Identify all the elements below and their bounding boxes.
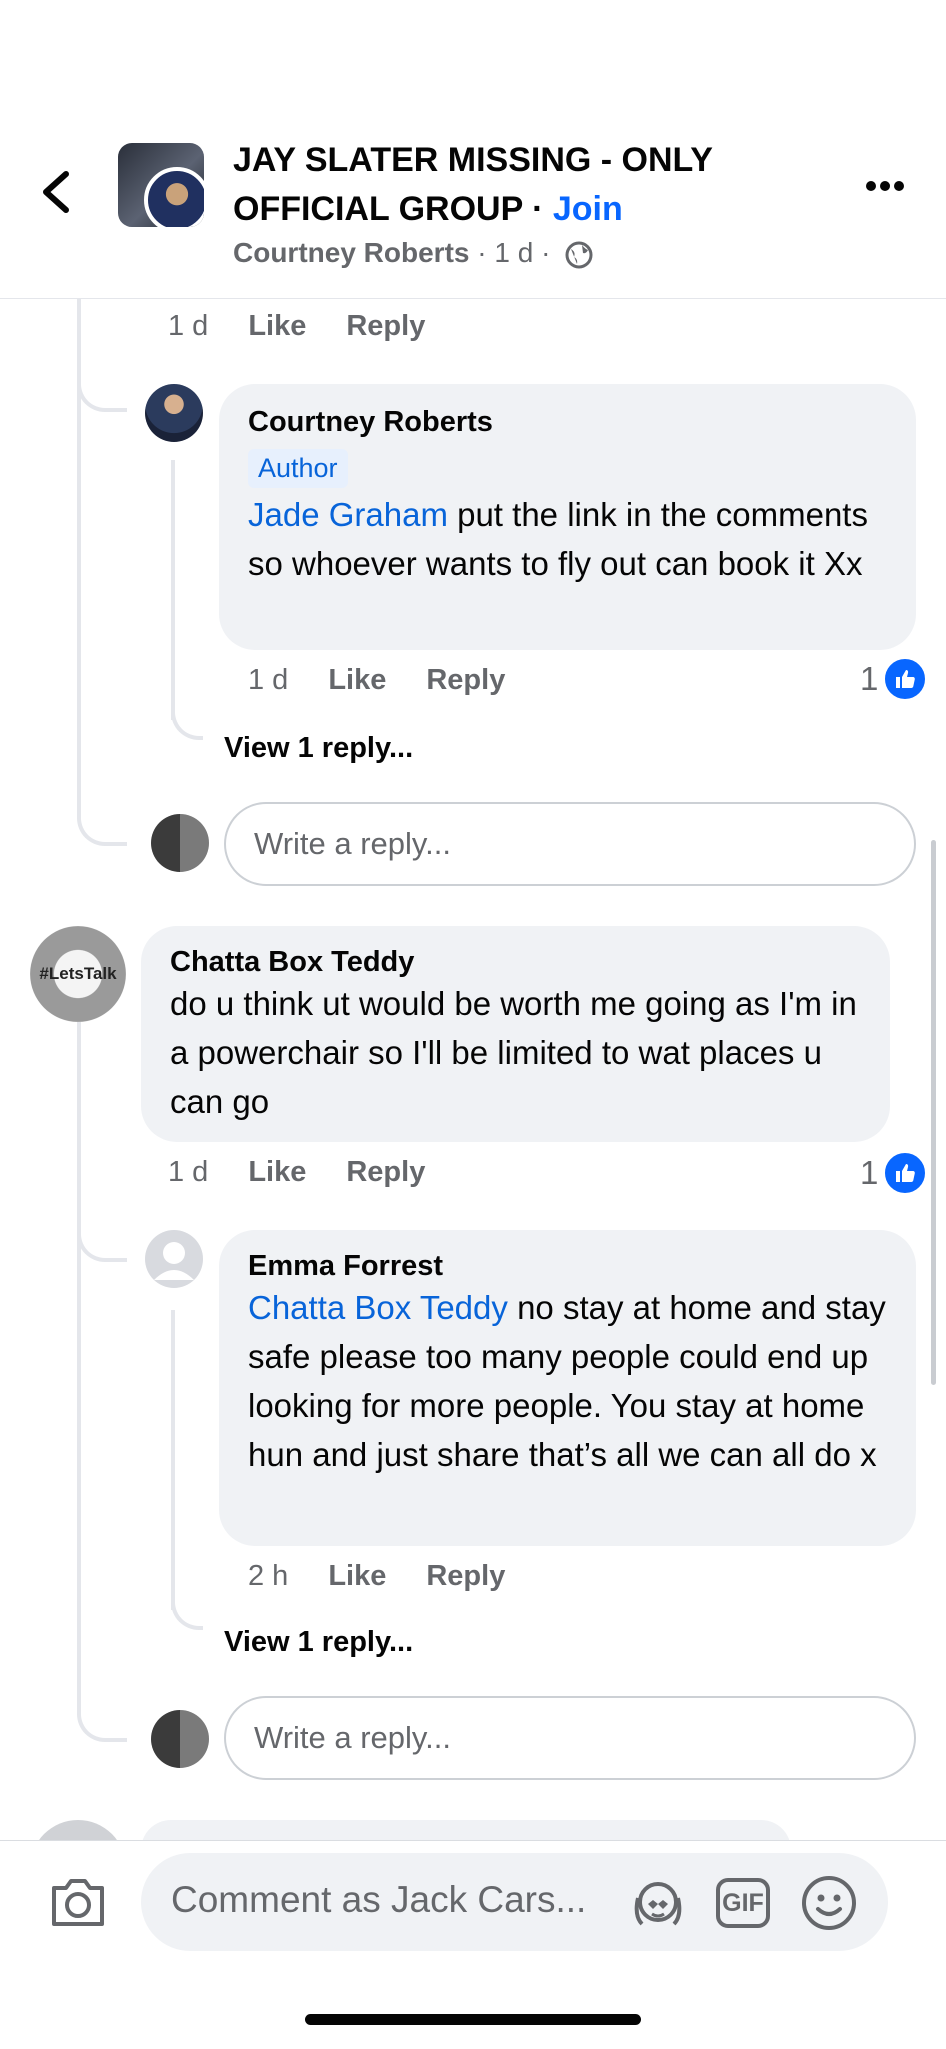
comment-time[interactable]: 1 d xyxy=(168,310,208,342)
group-name[interactable]: JAY SLATER MISSING - ONLY OFFICIAL GROUP xyxy=(233,141,712,228)
scrollbar[interactable] xyxy=(931,840,936,1385)
comment-time[interactable]: 1 d xyxy=(168,1156,208,1188)
avatar[interactable] xyxy=(145,384,203,442)
group-header: JAY SLATER MISSING - ONLY OFFICIAL GROUP… xyxy=(0,0,946,299)
comment-time[interactable]: 1 d xyxy=(248,664,288,696)
thread-curve xyxy=(77,1680,127,1742)
globe-icon xyxy=(565,241,593,269)
thread-curve xyxy=(171,1590,203,1630)
comment-body: do u think ut would be worth me going as… xyxy=(170,985,857,1120)
gif-label: GIF xyxy=(722,1888,764,1917)
reply-button[interactable]: Reply xyxy=(426,1560,505,1592)
comment-bubble[interactable]: Emma Forrest Chatta Box Teddy no stay at… xyxy=(219,1230,916,1546)
title-separator: · xyxy=(522,190,553,228)
avatar xyxy=(151,814,209,872)
reply-input[interactable]: Write a reply... xyxy=(224,1696,916,1780)
avatar[interactable]: #LetsTalk xyxy=(30,926,126,1022)
commenter-name[interactable]: Courtney Roberts xyxy=(248,406,888,439)
reaction-number: 1 xyxy=(860,1154,879,1191)
like-button[interactable]: Like xyxy=(248,310,306,342)
avatar[interactable] xyxy=(145,1230,203,1288)
comment-actions: 1 d Like Reply xyxy=(168,310,465,343)
comment-actions: 1 d Like Reply xyxy=(248,664,545,697)
thread-curve xyxy=(77,780,127,846)
comment-text: Chatta Box Teddy no stay at home and sta… xyxy=(248,1283,898,1479)
thread-curve xyxy=(171,700,203,740)
thread-line xyxy=(77,1020,81,1710)
thread-line xyxy=(171,460,175,720)
more-horizontal-icon[interactable] xyxy=(866,178,910,204)
mention-link[interactable]: Jade Graham xyxy=(248,496,448,533)
avatar-label: #LetsTalk xyxy=(39,964,117,983)
commenter-name[interactable]: Emma Forrest xyxy=(248,1250,898,1283)
comment-time[interactable]: 2 h xyxy=(248,1560,288,1592)
thread-line xyxy=(171,1310,175,1610)
view-replies-link[interactable]: View 1 reply... xyxy=(224,732,413,765)
comment-bubble[interactable]: Chatta Box Teddy do u think ut would be … xyxy=(141,926,890,1142)
emoji-icon[interactable] xyxy=(800,1874,858,1932)
view-replies-link[interactable]: View 1 reply... xyxy=(224,1626,413,1659)
post-meta: Courtney Roberts · 1 d · xyxy=(233,237,594,270)
author-avatar xyxy=(144,167,204,227)
thread-curve xyxy=(77,1210,127,1262)
mention-link[interactable]: Chatta Box Teddy xyxy=(248,1289,508,1326)
join-link[interactable]: Join xyxy=(553,190,623,228)
comment-actions: 1 d Like Reply xyxy=(168,1156,465,1189)
comment-text: Jade Graham put the link in the comments… xyxy=(248,490,888,588)
author-badge: Author xyxy=(248,449,348,488)
camera-icon[interactable] xyxy=(48,1876,108,1928)
like-button[interactable]: Like xyxy=(328,664,386,696)
comment-input[interactable]: Comment as Jack Cars... xyxy=(141,1853,888,1951)
home-indicator[interactable] xyxy=(305,2014,641,2025)
reaction-count[interactable]: 1 xyxy=(860,656,929,702)
reply-button[interactable]: Reply xyxy=(346,1156,425,1188)
thumbs-up-icon xyxy=(882,656,929,702)
thread-curve xyxy=(77,360,127,412)
avatar xyxy=(151,1710,209,1768)
default-user-icon xyxy=(154,1242,194,1280)
chevron-left-icon[interactable] xyxy=(36,168,76,216)
commenter-name[interactable]: Chatta Box Teddy xyxy=(170,946,870,979)
thumbs-up-icon xyxy=(882,1150,929,1196)
reply-input[interactable]: Write a reply... xyxy=(224,802,916,886)
comment-actions: 2 h Like Reply xyxy=(248,1560,545,1593)
comment-bubble[interactable]: Courtney Roberts Author Jade Graham put … xyxy=(219,384,916,650)
group-avatar[interactable] xyxy=(118,143,204,227)
comment-placeholder: Comment as Jack Cars... xyxy=(171,1879,587,1920)
avatar-sticker-icon[interactable] xyxy=(628,1876,688,1932)
gif-button[interactable]: GIF xyxy=(716,1878,770,1928)
reaction-number: 1 xyxy=(860,660,879,697)
group-title[interactable]: JAY SLATER MISSING - ONLY OFFICIAL GROUP… xyxy=(233,136,793,234)
post-author[interactable]: Courtney Roberts xyxy=(233,237,469,268)
like-button[interactable]: Like xyxy=(328,1560,386,1592)
reaction-count[interactable]: 1 xyxy=(860,1150,929,1196)
reply-button[interactable]: Reply xyxy=(426,664,505,696)
post-time[interactable]: 1 d xyxy=(494,237,533,268)
reply-button[interactable]: Reply xyxy=(346,310,425,342)
like-button[interactable]: Like xyxy=(248,1156,306,1188)
